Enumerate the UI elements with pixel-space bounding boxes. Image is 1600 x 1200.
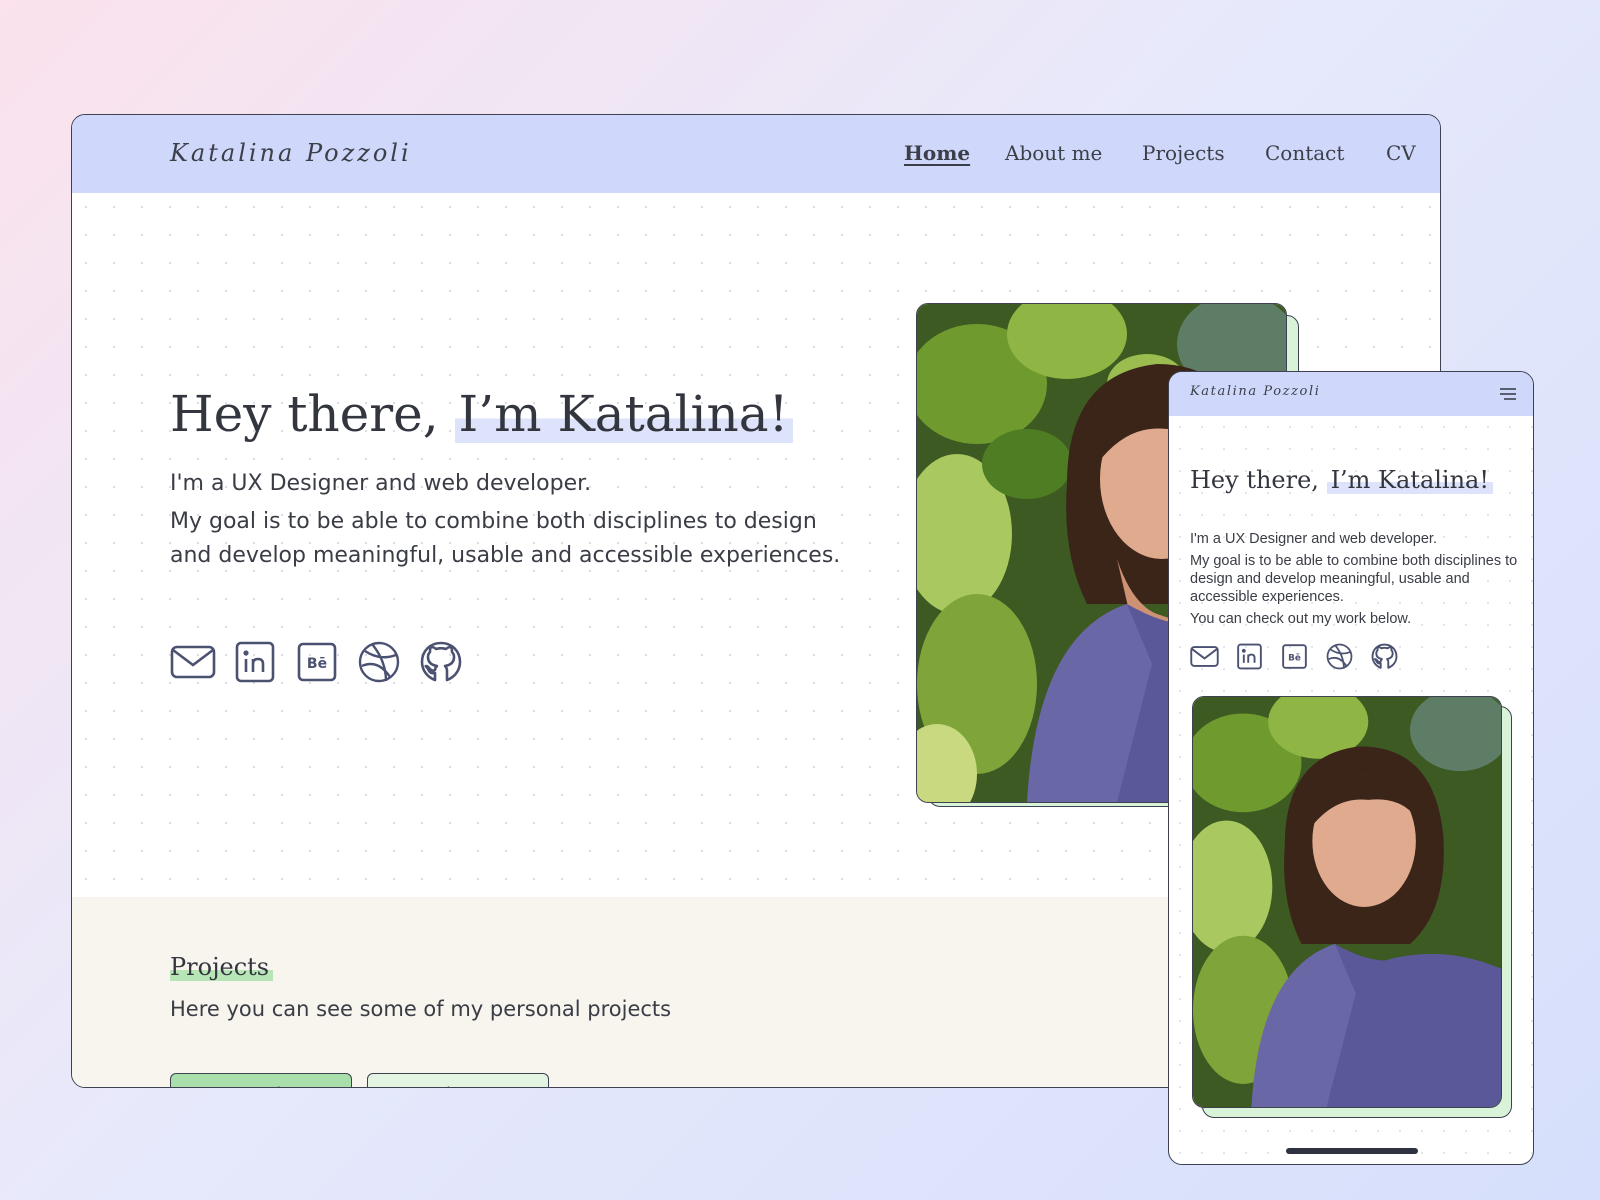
social-links: Bē	[170, 639, 464, 685]
mobile-hero-title-start: Hey there,	[1190, 466, 1327, 494]
mobile-navbar: Katalina Pozzoli	[1169, 372, 1533, 416]
nav-link-home[interactable]: Home	[904, 141, 970, 165]
nav-link-projects[interactable]: Projects	[1142, 141, 1225, 165]
behance-icon[interactable]: Bē	[294, 639, 340, 685]
mail-icon[interactable]	[170, 639, 216, 685]
hero-intro: I'm a UX Designer and web developer. My …	[170, 467, 860, 573]
mobile-mockup: Katalina Pozzoli Hey there, I’m Katalina…	[1168, 371, 1534, 1165]
mobile-hero: Hey there, I’m Katalina! I'm a UX Design…	[1169, 416, 1533, 1164]
desktop-navbar: Katalina Pozzoli Home About me Projects …	[72, 115, 1440, 194]
hero-title-start: Hey there,	[170, 385, 455, 443]
intro-line-2: My goal is to be able to combine both di…	[170, 509, 841, 568]
dribbble-icon[interactable]	[1325, 642, 1354, 671]
mobile-site-logo[interactable]: Katalina Pozzoli	[1190, 384, 1321, 399]
mobile-profile-photo	[1192, 696, 1502, 1108]
mobile-social-links: Bē	[1190, 642, 1399, 671]
svg-text:Bē: Bē	[307, 656, 327, 672]
mobile-intro-line-3: You can check out my work below.	[1190, 611, 1412, 627]
github-icon[interactable]	[418, 639, 464, 685]
linkedin-icon[interactable]	[232, 639, 278, 685]
hero-title-highlight: I’m Katalina!	[454, 385, 793, 443]
dribbble-icon[interactable]	[356, 639, 402, 685]
nav-link-cv[interactable]: CV	[1386, 141, 1416, 165]
mobile-intro-line-2: My goal is to be able to combine both di…	[1190, 553, 1518, 605]
behance-icon[interactable]: Bē	[1280, 642, 1309, 671]
home-indicator	[1286, 1148, 1418, 1154]
projects-subtitle: Here you can see some of my personal pro…	[170, 997, 672, 1021]
mobile-hero-title-highlight: I’m Katalina!	[1326, 466, 1494, 494]
projects-title: Projects	[170, 953, 274, 981]
nav-link-contact[interactable]: Contact	[1265, 141, 1344, 165]
tab-development[interactable]: Development	[367, 1073, 549, 1087]
mobile-hero-intro: I'm a UX Designer and web developer. My …	[1190, 530, 1520, 628]
tab-ux-design[interactable]: UX Design	[170, 1073, 352, 1087]
site-logo[interactable]: Katalina Pozzoli	[170, 139, 412, 167]
svg-text:Bē: Bē	[1288, 653, 1301, 663]
github-icon[interactable]	[1370, 642, 1399, 671]
nav-link-about-me[interactable]: About me	[1005, 141, 1102, 165]
mobile-hero-title: Hey there, I’m Katalina!	[1190, 466, 1494, 494]
linkedin-icon[interactable]	[1235, 642, 1264, 671]
mobile-intro-line-1: I'm a UX Designer and web developer.	[1190, 531, 1437, 547]
intro-line-1: I'm a UX Designer and web developer.	[170, 471, 592, 496]
hamburger-menu-icon[interactable]	[1499, 385, 1517, 403]
hero-title: Hey there, I’m Katalina!	[170, 385, 793, 443]
mail-icon[interactable]	[1190, 642, 1219, 671]
